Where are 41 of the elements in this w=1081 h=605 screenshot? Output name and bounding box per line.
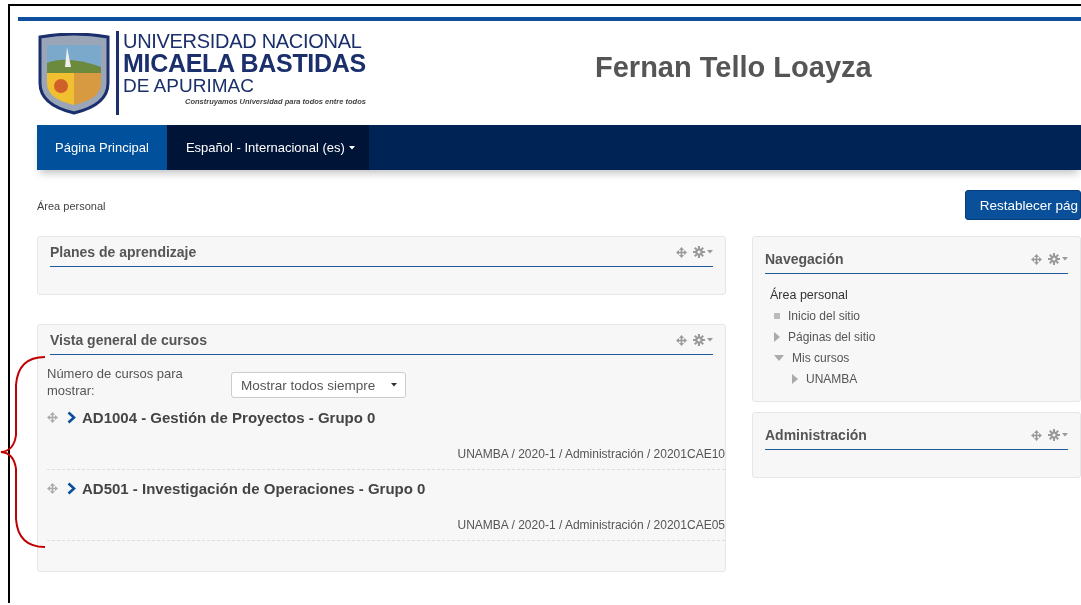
move-icon[interactable] <box>676 334 687 346</box>
user-name: Fernan Tello Loayza <box>595 50 872 83</box>
reset-page-button[interactable]: Restablecer pág <box>964 190 1081 220</box>
move-icon[interactable] <box>47 483 58 494</box>
bullet-icon[interactable] <box>774 312 780 319</box>
block-title: Vista general de cursos <box>50 332 207 348</box>
language-menu[interactable]: Español - Internacional (es) <box>166 125 369 170</box>
university-name-line: UNIVERSIDAD NACIONAL <box>123 31 363 51</box>
tree-item[interactable]: Páginas del sitio <box>788 329 876 344</box>
courses-count-select[interactable]: Mostrar todos siempre <box>231 372 407 398</box>
tree-item[interactable]: Inicio del sitio <box>788 308 861 323</box>
nav-link[interactable]: Página Principal <box>37 125 167 170</box>
tree-item[interactable]: UNAMBA <box>806 371 858 386</box>
university-name-line: MICAELA BASTIDAS <box>123 51 366 76</box>
breadcrumb-link[interactable]: Área personal <box>37 200 106 212</box>
move-icon[interactable] <box>47 412 58 423</box>
block-title: Planes de aprendizaje <box>50 244 197 260</box>
collapsed-triangle-icon[interactable] <box>792 373 798 384</box>
setting-label: Número de cursos para mostrar: <box>47 365 184 399</box>
course-path: UNAMBA / 2020-1 / Administración / 20201CAE05 <box>456 518 725 532</box>
block-title: Administración <box>765 427 867 443</box>
expanded-triangle-icon[interactable] <box>774 354 784 361</box>
chevron-right-icon[interactable] <box>67 482 76 495</box>
course-link[interactable]: AD501 - Investigación de Operaciones - Grupo 0 <box>82 480 426 497</box>
gear-icon[interactable] <box>1048 429 1060 441</box>
course-path: UNAMBA / 2020-1 / Administración / 20201CAE10 <box>456 447 725 461</box>
tree-item[interactable]: Mis cursos <box>792 350 850 365</box>
move-icon[interactable] <box>676 246 687 258</box>
gear-icon[interactable] <box>693 334 705 346</box>
collapsed-triangle-icon[interactable] <box>774 331 780 342</box>
caret-icon[interactable] <box>391 383 398 387</box>
course-link[interactable]: AD1004 - Gestión de Proyectos - Grupo 0 <box>82 409 376 426</box>
block-title: Navegación <box>765 251 844 267</box>
chevron-right-icon[interactable] <box>67 411 76 424</box>
caret-icon[interactable] <box>348 145 355 150</box>
move-icon[interactable] <box>1031 429 1042 441</box>
gear-icon[interactable] <box>693 246 705 258</box>
move-icon[interactable] <box>1031 253 1042 265</box>
university-name-line: DE APURIMAC <box>123 76 255 95</box>
tree-item[interactable]: Área personal <box>770 287 848 302</box>
gear-icon[interactable] <box>1048 253 1060 265</box>
